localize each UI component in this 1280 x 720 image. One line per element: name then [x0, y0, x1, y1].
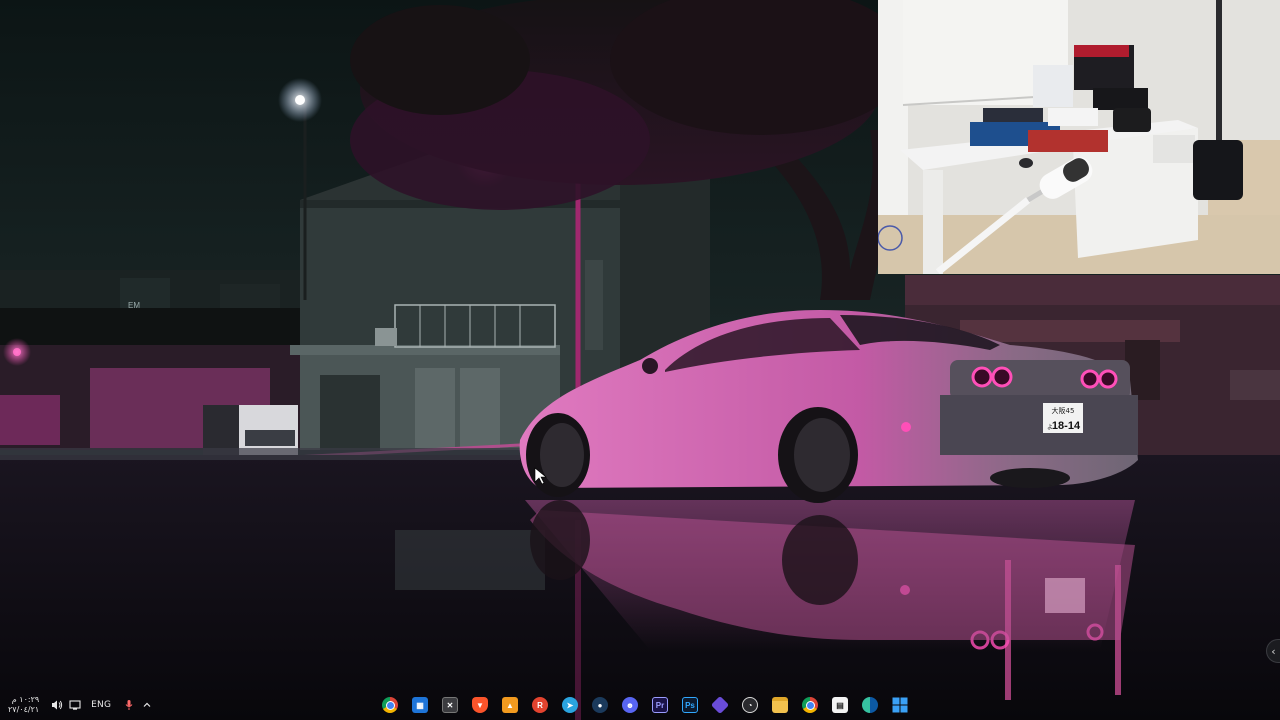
brave-icon[interactable]: ▼ — [468, 693, 492, 717]
terminal-icon[interactable]: ✕ — [438, 693, 462, 717]
microphone-icon[interactable] — [121, 697, 137, 713]
edge-icon[interactable] — [858, 693, 882, 717]
chrome-profile-icon[interactable] — [798, 693, 822, 717]
clock-time: ١٠:٢٩ م — [11, 695, 40, 704]
language-indicator[interactable]: ENG — [91, 700, 111, 710]
clock-date: ٢٧/٠٤/٢١ — [8, 705, 40, 714]
premiere-icon[interactable]: Pr — [648, 693, 672, 717]
file-explorer-icon[interactable] — [768, 693, 792, 717]
microsoft-store-icon[interactable]: ▤ — [828, 693, 852, 717]
clock[interactable]: ١٠:٢٩ م ٢٧/٠٤/٢١ — [8, 695, 39, 715]
license-plate-top: 大阪45 — [1052, 406, 1075, 415]
chevron-left-icon: ‹ — [1271, 645, 1276, 658]
volume-icon[interactable] — [49, 697, 65, 713]
vlc-icon[interactable]: ▲ — [498, 693, 522, 717]
rockstar-icon[interactable]: R — [528, 693, 552, 717]
windows-start-icon[interactable] — [888, 693, 912, 717]
license-plate-number: 18-14 — [1052, 420, 1081, 432]
chrome-icon[interactable] — [378, 693, 402, 717]
system-tray: ١٠:٢٩ م ٢٧/٠٤/٢١ ENG — [8, 690, 157, 720]
network-icon[interactable] — [67, 697, 83, 713]
discord-icon[interactable]: ☻ — [618, 693, 642, 717]
telegram-icon[interactable]: ➤ — [558, 693, 582, 717]
chevron-up-icon[interactable] — [139, 697, 155, 713]
app-diamond-icon[interactable] — [708, 693, 732, 717]
obs-icon[interactable]: ◔ — [738, 693, 762, 717]
webcam-overlay — [878, 0, 1280, 274]
taskbar-apps: ▦ ✕ ▼ ▲ R ➤ ● ☻ Pr Ps ◔ ▤ — [378, 693, 918, 717]
photoshop-icon[interactable]: Ps — [678, 693, 702, 717]
taskbar: ١٠:٢٩ م ٢٧/٠٤/٢١ ENG ▦ ✕ ▼ ▲ R ➤ ● ☻ Pr … — [0, 690, 1280, 720]
steam-icon[interactable]: ● — [588, 693, 612, 717]
desktop: EM 大阪45 よ 18-14 ‹ ١٠:٢٩ م ٢٧/٠٤/٢١ ENG ▦… — [0, 0, 1280, 720]
apps-grid-icon[interactable]: ▦ — [408, 693, 432, 717]
webcam-feed — [878, 0, 1280, 274]
